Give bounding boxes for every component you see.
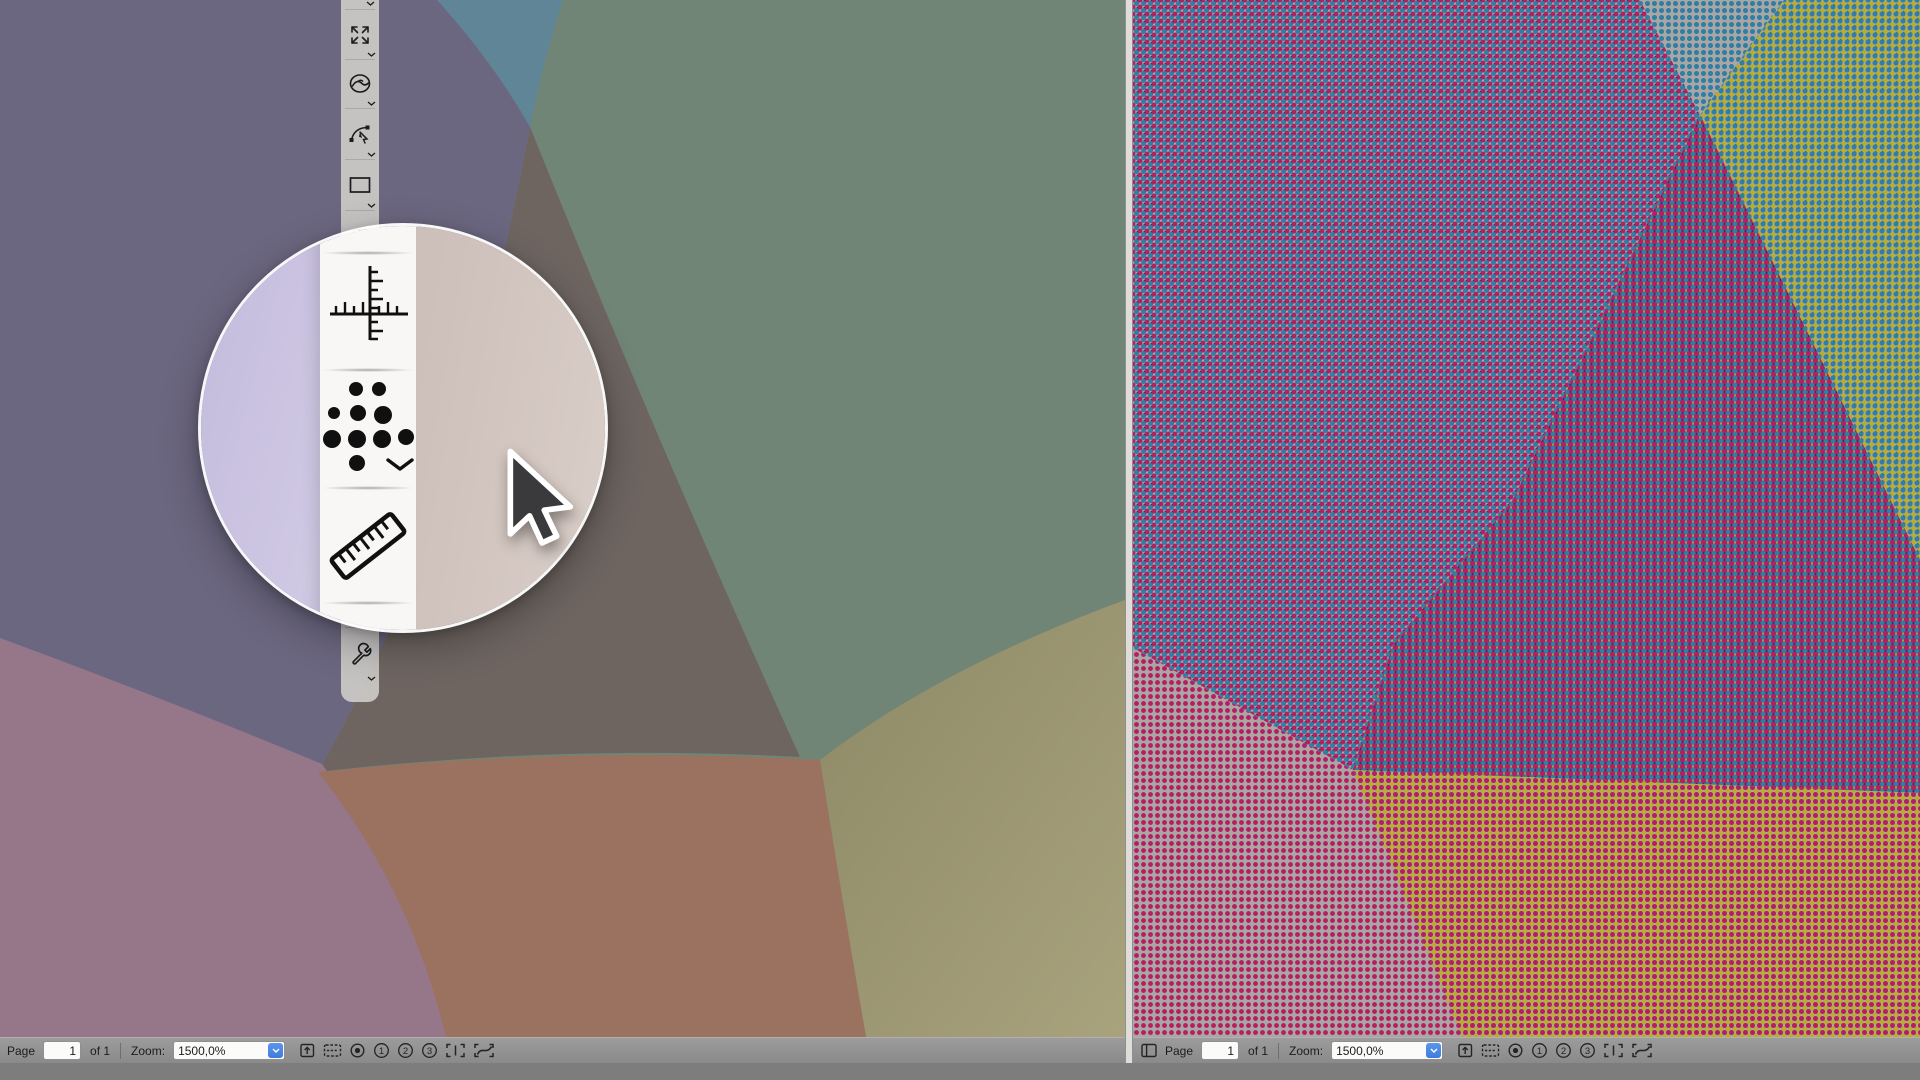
svg-text:1: 1	[379, 1046, 384, 1057]
window-bottom-strip	[0, 1063, 1920, 1080]
svg-text:2: 2	[1561, 1046, 1566, 1057]
zoom-label: Zoom:	[1289, 1044, 1323, 1058]
circled-3-icon: 3	[421, 1042, 438, 1059]
arrow-up-box-icon	[1457, 1042, 1474, 1059]
circled-2-icon: 2	[397, 1042, 414, 1059]
circled-3-icon: 3	[1579, 1042, 1596, 1059]
view-quality-2-button[interactable]: 2	[1555, 1042, 1572, 1059]
zoom-dropdown-button[interactable]	[268, 1043, 283, 1058]
zoom-label: Zoom:	[131, 1044, 165, 1058]
coordinate-axes-icon	[322, 262, 414, 358]
curve-bounds-button[interactable]	[473, 1042, 495, 1059]
chevron-down-icon	[367, 52, 376, 57]
mouse-cursor	[505, 448, 579, 552]
bracket-bar-icon	[1603, 1042, 1624, 1059]
target-circle-icon	[349, 1042, 366, 1059]
view-quality-1-button[interactable]: 1	[373, 1042, 390, 1059]
view-quality-3-button[interactable]: 3	[1579, 1042, 1596, 1059]
tool-wrench[interactable]	[341, 630, 379, 680]
page-input[interactable]	[1201, 1041, 1239, 1060]
view-quality-2-button[interactable]: 2	[397, 1042, 414, 1059]
svg-text:2: 2	[403, 1046, 408, 1057]
side-panel-icon	[1140, 1042, 1158, 1059]
export-page-button[interactable]	[299, 1042, 316, 1059]
grid-options-button[interactable]	[323, 1042, 342, 1059]
document-pane-left: T	[0, 0, 1125, 1037]
circled-1-icon: 1	[1531, 1042, 1548, 1059]
chevron-down-icon	[367, 152, 376, 157]
page-label: Page	[1165, 1044, 1193, 1058]
view-quality-1-button[interactable]: 1	[1531, 1042, 1548, 1059]
document-pane-right	[1133, 0, 1920, 1037]
ruler-icon	[318, 494, 418, 594]
app-window: T	[0, 0, 1920, 1080]
loupe-background-left	[201, 226, 320, 630]
dashed-grid-icon	[1481, 1042, 1500, 1059]
chevron-down-icon	[367, 101, 376, 106]
pages-panel-button[interactable]	[1140, 1042, 1158, 1059]
dashed-grid-icon	[323, 1042, 342, 1059]
statusbar-right: Page of 1 Zoom: 1 2 3	[1133, 1037, 1920, 1063]
chevron-down-icon	[367, 676, 376, 681]
curve-bounds-button[interactable]	[1631, 1042, 1653, 1059]
chevron-down-icon	[272, 1048, 280, 1053]
loupe-background-right	[416, 226, 605, 630]
view-quality-3-button[interactable]: 3	[421, 1042, 438, 1059]
circled-2-icon: 2	[1555, 1042, 1572, 1059]
bezier-node-icon	[347, 121, 373, 147]
page-count-label: of 1	[1248, 1044, 1268, 1058]
page-count-label: of 1	[90, 1044, 110, 1058]
chevron-down-icon	[366, 1, 375, 6]
target-button[interactable]	[349, 1042, 366, 1059]
rectangle-icon	[347, 172, 373, 198]
svg-text:1: 1	[1537, 1046, 1542, 1057]
chevron-down-icon	[386, 458, 414, 472]
target-button[interactable]	[1507, 1042, 1524, 1059]
expand-arrows-icon	[348, 23, 372, 47]
selection-bounds-button[interactable]	[445, 1042, 466, 1059]
tool-ruler[interactable]	[320, 494, 416, 598]
zoom-dropdown-button[interactable]	[1426, 1043, 1441, 1058]
pane-divider[interactable]	[1125, 0, 1133, 1063]
page-label: Page	[7, 1044, 35, 1058]
statusbar-left: Page of 1 Zoom: 1 2 3	[0, 1037, 1125, 1063]
statusbar-divider	[1278, 1043, 1279, 1059]
wrench-icon	[347, 642, 373, 668]
selection-bounds-button[interactable]	[1603, 1042, 1624, 1059]
magnifier-loupe	[198, 223, 608, 633]
bracket-bar-icon	[445, 1042, 466, 1059]
target-circle-icon	[1507, 1042, 1524, 1059]
bracket-curve-icon	[473, 1042, 495, 1059]
svg-text:3: 3	[427, 1046, 432, 1057]
chevron-down-icon	[1430, 1048, 1438, 1053]
statusbar-divider	[120, 1043, 121, 1059]
svg-text:3: 3	[1585, 1046, 1590, 1057]
arrow-up-box-icon	[299, 1042, 316, 1059]
bracket-curve-icon	[1631, 1042, 1653, 1059]
circled-1-icon: 1	[373, 1042, 390, 1059]
tool-coordinate-axes[interactable]	[320, 262, 416, 362]
grid-options-button[interactable]	[1481, 1042, 1500, 1059]
chevron-down-icon	[367, 203, 376, 208]
freehand-brush-icon	[347, 71, 373, 97]
export-page-button[interactable]	[1457, 1042, 1474, 1059]
tool-node-edit[interactable]	[341, 111, 379, 157]
tool-rectangle[interactable]	[341, 162, 379, 208]
page-input[interactable]	[43, 1041, 81, 1060]
